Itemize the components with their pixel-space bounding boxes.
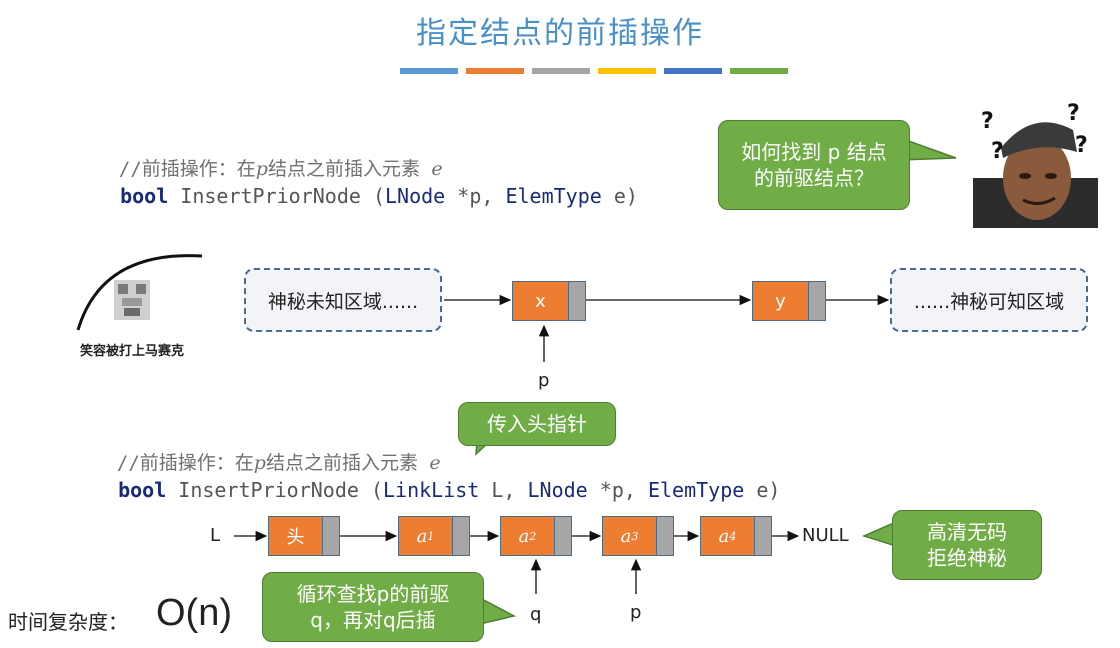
- pointer-q-label: q: [530, 604, 542, 625]
- node-a4: a4: [700, 516, 772, 556]
- complexity-value: O(n): [156, 592, 232, 634]
- pointer-p-label: p: [538, 370, 550, 391]
- head-node-data: 头: [269, 517, 322, 555]
- head-node-next: [322, 517, 339, 555]
- null-label: NULL: [802, 525, 849, 546]
- list-head-label-L: L: [210, 525, 221, 546]
- node-a3-data: a3: [603, 517, 656, 555]
- head-node: 头: [268, 516, 340, 556]
- bubble-hd: 高清无码 拒绝神秘: [892, 510, 1042, 580]
- bubble-loop-tail: [480, 597, 517, 625]
- complexity-label: 时间复杂度：: [8, 610, 128, 634]
- node-a1-next: [452, 517, 469, 555]
- node-a4-data: a4: [701, 517, 754, 555]
- node-a3-next: [656, 517, 673, 555]
- node-a3: a3: [602, 516, 674, 556]
- bubble-loop-search: 循环查找p的前驱 q，再对q后插: [262, 572, 484, 642]
- node-a2-data: a2: [501, 517, 554, 555]
- node-a2-next: [554, 517, 571, 555]
- node-a4-next: [754, 517, 771, 555]
- node-a1-data: a1: [399, 517, 452, 555]
- pointer-p2-label: p: [630, 602, 642, 623]
- bubble-head-pointer: 传入头指针: [458, 402, 616, 446]
- node-a1: a1: [398, 516, 470, 556]
- node-a2: a2: [500, 516, 572, 556]
- code2-signature: bool InsertPriorNode (LinkList L, LNode …: [118, 478, 781, 502]
